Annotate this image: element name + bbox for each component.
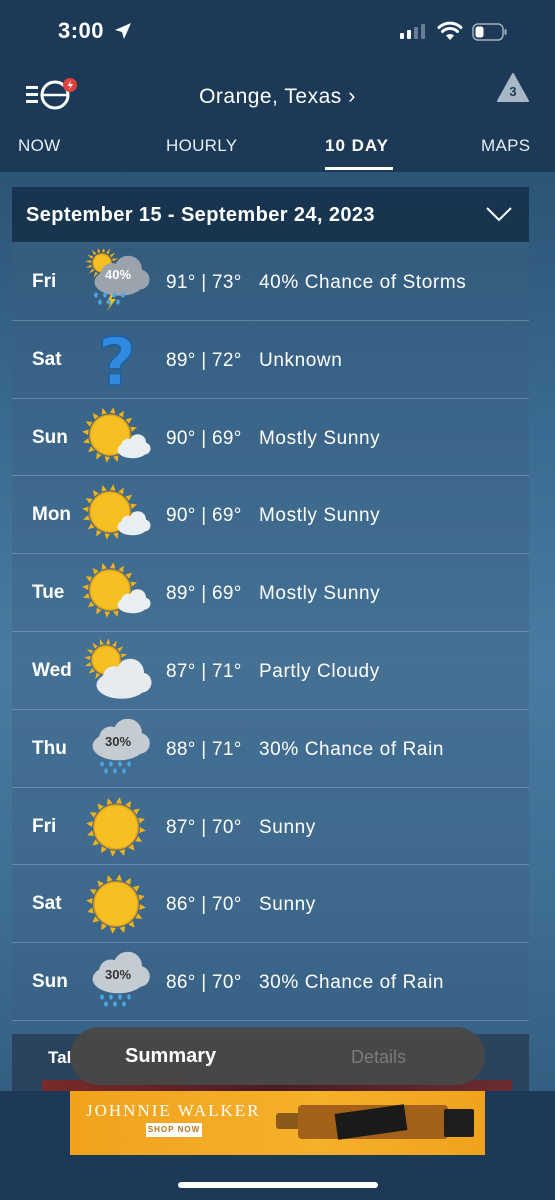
temps-high-low: 90° | 69° — [166, 505, 242, 527]
tab-10-day[interactable]: 10 DAY — [325, 136, 389, 156]
rain-cloud-icon: 30% — [82, 949, 152, 1015]
temps-high-low: 86° | 70° — [166, 894, 242, 916]
svg-text:30%: 30% — [105, 967, 131, 982]
day-label: Sun — [32, 426, 68, 448]
battery-icon — [472, 23, 507, 41]
forecast-card: September 15 - September 24, 2023 Fri 40… — [12, 187, 529, 1021]
day-label: Thu — [32, 737, 67, 759]
forecast-row[interactable]: Tue 89° | 69° Mostly Sunny — [12, 554, 529, 632]
condition-text: Mostly Sunny — [259, 583, 381, 605]
forecast-row[interactable]: Sun 30% 86° | 70° 30% Chance of Rain — [12, 943, 529, 1021]
day-label: Fri — [32, 271, 57, 292]
day-label: Wed — [32, 659, 72, 681]
mostly-sunny-icon — [82, 405, 152, 471]
forecast-row[interactable]: Thu 30% 88° | 71° 30% Chance of Rain — [12, 709, 529, 788]
partly-cloudy-icon — [82, 638, 152, 704]
temps-high-low: 90° | 69° — [166, 427, 242, 449]
summary-button[interactable]: Summary — [125, 1045, 216, 1068]
condition-text: Unknown — [259, 349, 343, 371]
tab-maps[interactable]: MAPS — [481, 136, 530, 156]
temps-high-low: 89° | 69° — [166, 583, 242, 605]
ad-banner[interactable]: JOHNNIE WALKER SHOP NOW — [70, 1091, 485, 1155]
sun-icon — [82, 871, 152, 937]
day-label: Fri — [32, 815, 57, 837]
tab-now[interactable]: NOW — [18, 136, 60, 156]
forecast-list: Fri 40% 91° | 73° 40% Chance of Storms S… — [12, 243, 529, 1021]
temps-high-low: 91° | 73° — [166, 272, 242, 293]
active-tab-indicator — [325, 167, 393, 170]
wifi-icon — [437, 21, 463, 40]
forecast-row[interactable]: Sat ? 89° | 72° Unknown — [12, 320, 529, 402]
date-range: September 15 - September 24, 2023 — [26, 204, 375, 226]
forecast-row[interactable]: Wed 87° | 71° Partly Cloudy — [12, 631, 529, 710]
cellular-signal-icon — [400, 24, 425, 39]
question-mark-icon: ? — [82, 323, 152, 402]
condition-text: 40% Chance of Storms — [259, 272, 467, 293]
app-header: Orange, Texas › 3 — [0, 62, 555, 124]
temps-high-low: 86° | 70° — [166, 972, 242, 994]
alert-count-badge: 3 — [509, 84, 517, 99]
chevron-down-icon[interactable] — [485, 205, 513, 223]
storm-cloud-icon: 40% — [82, 246, 152, 315]
condition-text: 30% Chance of Rain — [259, 972, 445, 994]
forecast-row[interactable]: Sun 90° | 69° Mostly Sunny — [12, 398, 529, 477]
mostly-sunny-icon — [82, 482, 152, 548]
section-title-peek: Tal — [48, 1048, 72, 1067]
svg-text:30%: 30% — [105, 734, 131, 749]
forecast-row[interactable]: Sat 86° | 70° Sunny — [12, 865, 529, 944]
day-label: Sat — [32, 893, 62, 915]
forecast-row[interactable]: Fri 87° | 70° Sunny — [12, 787, 529, 866]
location-name: Orange, Texas — [199, 85, 342, 108]
day-label: Sun — [32, 971, 68, 993]
condition-text: Partly Cloudy — [259, 660, 380, 682]
location-arrow-icon — [115, 23, 131, 39]
condition-text: Mostly Sunny — [259, 505, 381, 527]
condition-text: Sunny — [259, 894, 316, 916]
day-label: Tue — [32, 582, 65, 604]
temps-high-low: 88° | 71° — [166, 738, 242, 760]
forecast-row[interactable]: Fri 40% 91° | 73° 40% Chance of Storms — [12, 243, 529, 321]
status-time: 3:00 — [58, 18, 105, 43]
svg-text:40%: 40% — [105, 267, 131, 282]
bottle-image — [276, 1104, 474, 1140]
temps-high-low: 87° | 70° — [166, 816, 242, 838]
tab-hourly[interactable]: HOURLY — [166, 136, 237, 156]
nav-tabs: NOW HOURLY 10 DAY MAPS — [0, 124, 555, 172]
rain-cloud-icon: 30% — [82, 716, 152, 782]
forecast-row[interactable]: Mon 90° | 69° Mostly Sunny — [12, 476, 529, 555]
chevron-right-icon: › — [348, 83, 356, 108]
date-range-header[interactable]: September 15 - September 24, 2023 — [12, 187, 529, 243]
condition-text: Sunny — [259, 816, 316, 838]
ad-shop-button[interactable]: SHOP NOW — [146, 1123, 202, 1137]
temps-high-low: 87° | 71° — [166, 660, 242, 682]
ad-brand: JOHNNIE WALKER — [86, 1101, 261, 1120]
mostly-sunny-icon — [82, 560, 152, 626]
details-button[interactable]: Details — [351, 1047, 406, 1068]
condition-text: 30% Chance of Rain — [259, 738, 445, 760]
condition-text: Mostly Sunny — [259, 427, 381, 449]
day-label: Mon — [32, 504, 72, 526]
home-indicator — [178, 1182, 378, 1188]
day-label: Sat — [32, 348, 62, 370]
location-selector[interactable]: Orange, Texas › — [0, 83, 555, 109]
temps-high-low: 89° | 72° — [166, 349, 242, 371]
svg-text:?: ? — [98, 327, 136, 393]
sun-icon — [82, 794, 152, 860]
status-bar: 3:00 — [0, 0, 555, 62]
view-toggle: Summary Details — [70, 1027, 485, 1085]
